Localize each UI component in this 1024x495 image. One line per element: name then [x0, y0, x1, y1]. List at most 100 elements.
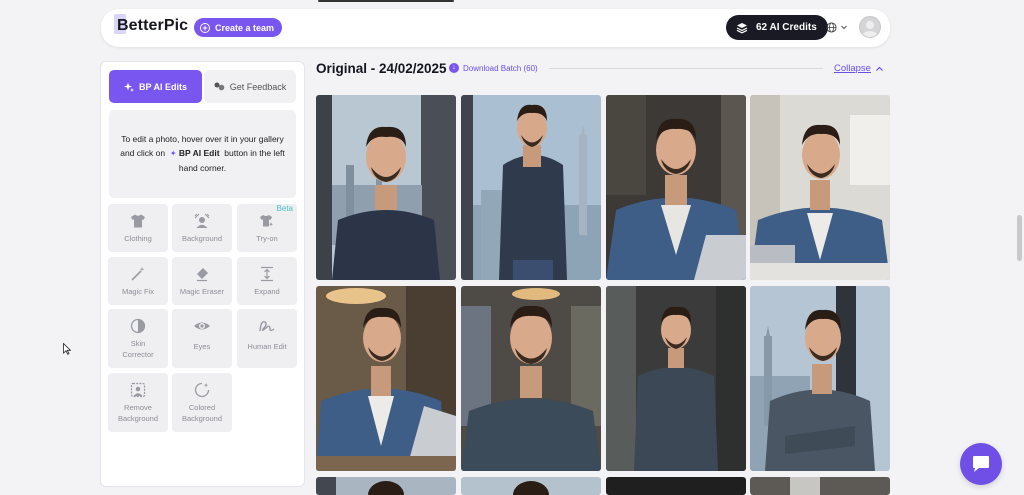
try-on-icon: [260, 215, 274, 227]
colored-bg-icon: [194, 382, 210, 398]
photo-tile[interactable]: [316, 286, 456, 471]
tool-remove-line1: Remove: [124, 403, 152, 412]
tool-magic-fix-label: Magic Fix: [121, 287, 155, 296]
photo-image: [461, 477, 601, 495]
tool-skin-line1: Skin: [130, 339, 146, 348]
download-batch-link[interactable]: ↓ Download Batch (60): [449, 63, 538, 73]
chevron-down-icon: [841, 25, 847, 30]
magic-wand-icon: [131, 267, 145, 281]
avatar[interactable]: [859, 16, 881, 38]
tool-colored-background-label: Colored Background: [182, 402, 222, 424]
instructions-line2-pre: and click on: [120, 148, 166, 158]
tool-background-label: Background: [181, 234, 223, 243]
photo-tile[interactable]: [316, 95, 456, 280]
tool-expand-label: Expand: [254, 287, 280, 296]
download-batch-label: Download Batch (60): [463, 63, 538, 73]
mouse-cursor-icon: [63, 343, 71, 355]
chat-icon: [973, 456, 989, 472]
photo-tile[interactable]: [461, 95, 601, 280]
photo-image: [316, 95, 456, 280]
download-icon: ↓: [449, 63, 459, 73]
create-team-button[interactable]: + Create a team: [194, 18, 283, 37]
sparkle-small-icon: ✦: [169, 149, 177, 158]
batch-title: Original - 24/02/2025: [316, 61, 447, 76]
tool-remove-line2: Background: [117, 414, 159, 423]
page-scrollbar[interactable]: [1017, 215, 1022, 261]
photo-tile[interactable]: [461, 286, 601, 471]
tool-remove-background[interactable]: Remove Background: [108, 373, 168, 432]
tool-remove-background-label: Remove Background: [118, 402, 158, 424]
collapse-label: Collapse: [834, 63, 871, 74]
tool-colored-background[interactable]: Colored Background: [172, 373, 232, 432]
tool-colored-line2: Background: [181, 414, 223, 423]
photo-image: [316, 477, 456, 495]
edit-instructions: To edit a photo, hover over it in your g…: [109, 110, 296, 198]
photo-image: [606, 477, 746, 495]
eye-icon: [194, 322, 210, 330]
tool-eyes-label: Eyes: [193, 342, 211, 351]
tool-clothing[interactable]: Clothing: [108, 204, 168, 252]
tool-magic-eraser-label: Magic Eraser: [179, 287, 225, 296]
shirt-icon: [131, 214, 145, 228]
logo[interactable]: BetterPic: [117, 17, 188, 35]
tool-skin-line2: Corrector: [122, 350, 154, 359]
tool-clothing-label: Clothing: [124, 234, 152, 243]
tool-eyes[interactable]: Eyes: [172, 309, 232, 368]
globe-icon: [826, 21, 837, 33]
photo-image: [316, 286, 456, 471]
photo-image: [750, 477, 890, 495]
credits-button[interactable]: 62 AI Credits: [726, 15, 828, 40]
top-strip: [318, 0, 454, 2]
tool-skin-corrector[interactable]: Skin Corrector: [108, 309, 168, 368]
eraser-icon: [197, 268, 208, 282]
beta-badge: Beta: [276, 204, 293, 213]
photo-image: [750, 95, 890, 280]
create-team-label: Create a team: [215, 22, 275, 33]
instructions-line3: hand corner.: [178, 163, 227, 173]
tool-magic-eraser[interactable]: Magic Eraser: [172, 257, 232, 305]
photo-image: [461, 286, 601, 471]
human-edit-icon: [259, 321, 275, 332]
photo-image: [750, 286, 890, 471]
collapse-button[interactable]: Collapse: [834, 63, 884, 74]
credits-label: 62 AI Credits: [756, 22, 817, 33]
photo-tile[interactable]: [750, 477, 890, 495]
tool-try-on[interactable]: Beta Try-on: [237, 204, 297, 252]
photo-tile[interactable]: [750, 286, 890, 471]
sparkle-icon: [123, 82, 134, 92]
tool-background[interactable]: Background: [172, 204, 232, 252]
tab-get-feedback[interactable]: Get Feedback: [204, 70, 296, 103]
tab-bp-ai-edits[interactable]: BP AI Edits: [109, 70, 202, 103]
instructions-line1: To edit a photo, hover over it in your g…: [121, 134, 284, 144]
tool-skin-corrector-label: Skin Corrector: [122, 338, 153, 360]
tool-try-on-label: Try-on: [256, 234, 278, 243]
background-icon: [194, 213, 210, 228]
tool-human-edit[interactable]: Human Edit: [237, 309, 297, 368]
tab-bp-ai-edits-label: BP AI Edits: [138, 81, 187, 92]
layers-icon: [736, 22, 748, 33]
photo-tile[interactable]: [750, 95, 890, 280]
tool-human-edit-label: Human Edit: [247, 342, 287, 351]
photo-image: [606, 286, 746, 471]
instructions-line2: and click on ✦ BP AI Edit button in the …: [117, 146, 288, 161]
photo-image: [461, 95, 601, 280]
photo-tile[interactable]: [316, 477, 456, 495]
skin-icon: [130, 318, 146, 334]
remove-bg-icon: [130, 382, 146, 398]
instructions-keyword: BP AI Edit: [178, 148, 220, 158]
divider: [549, 68, 823, 69]
expand-icon: [261, 266, 273, 282]
tool-expand[interactable]: Expand: [237, 257, 297, 305]
tool-magic-fix[interactable]: Magic Fix: [108, 257, 168, 305]
tab-get-feedback-label: Get Feedback: [229, 81, 287, 92]
chat-button[interactable]: [960, 443, 1002, 485]
photo-tile[interactable]: [606, 95, 746, 280]
photo-image: [606, 95, 746, 280]
feedback-icon: [214, 82, 225, 91]
language-selector[interactable]: [826, 20, 850, 34]
photo-tile[interactable]: [606, 286, 746, 471]
tool-colored-line1: Colored: [188, 403, 216, 412]
photo-tile[interactable]: [461, 477, 601, 495]
instructions-line2-post: button in the left: [224, 148, 285, 158]
photo-tile[interactable]: [606, 477, 746, 495]
